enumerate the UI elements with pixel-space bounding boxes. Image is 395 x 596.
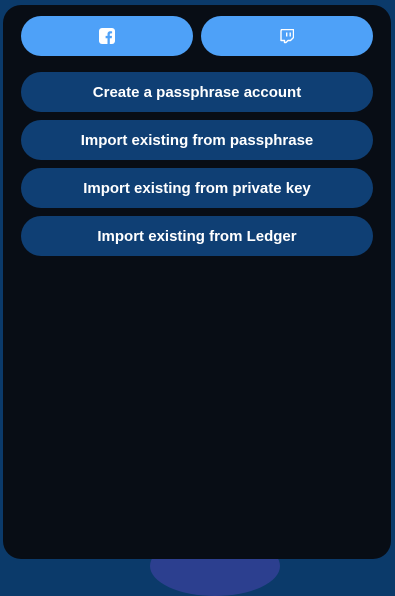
social-login-row (21, 16, 373, 56)
create-passphrase-account-button[interactable]: Create a passphrase account (21, 72, 373, 112)
facebook-icon (99, 28, 115, 44)
facebook-login-button[interactable] (21, 16, 193, 56)
twitch-icon (280, 28, 294, 44)
import-private-key-button[interactable]: Import existing from private key (21, 168, 373, 208)
import-passphrase-button[interactable]: Import existing from passphrase (21, 120, 373, 160)
login-options-panel: Create a passphrase account Import exist… (3, 5, 391, 559)
import-ledger-button[interactable]: Import existing from Ledger (21, 216, 373, 256)
twitch-login-button[interactable] (201, 16, 373, 56)
